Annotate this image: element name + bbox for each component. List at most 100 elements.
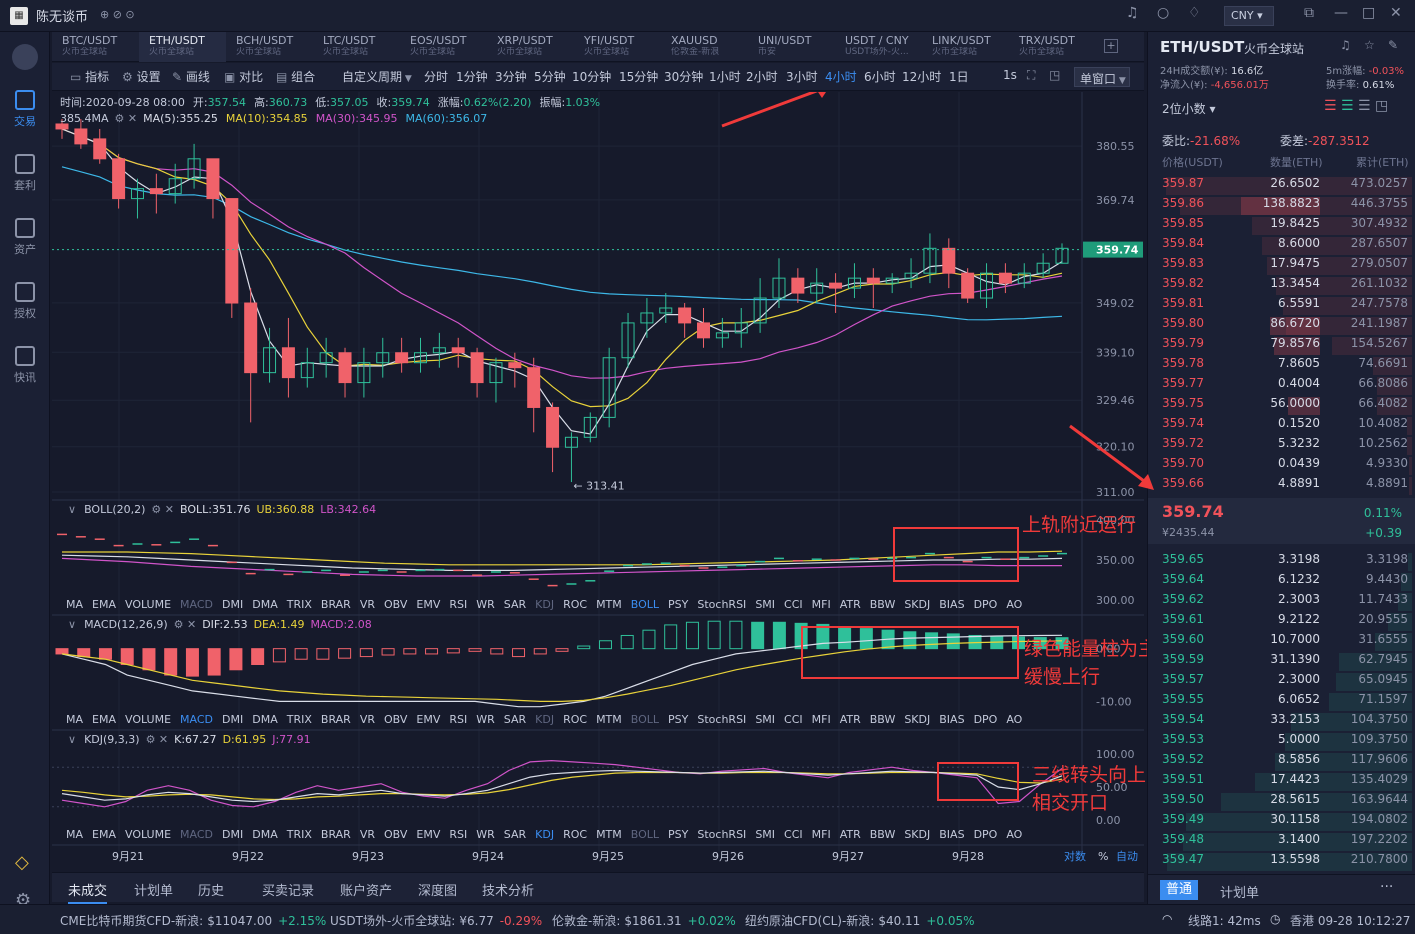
indicator-boll[interactable]: BOLL (631, 713, 659, 726)
indicator-mfi[interactable]: MFI (812, 598, 831, 611)
bottom-tab-2[interactable]: 历史 (198, 880, 224, 899)
indicator-sar[interactable]: SAR (504, 828, 526, 841)
indicator-skdj[interactable]: SKDJ (904, 828, 930, 841)
search-icon[interactable]: ○ (1157, 5, 1169, 21)
indicator-mtm[interactable]: MTM (596, 598, 622, 611)
indicator-sar[interactable]: SAR (504, 598, 526, 611)
nav-trade[interactable]: 交易 (0, 90, 50, 129)
indicator-mfi[interactable]: MFI (812, 828, 831, 841)
indicator-skdj[interactable]: SKDJ (904, 598, 930, 611)
indicator-cci[interactable]: CCI (784, 713, 803, 726)
indicator-macd[interactable]: MACD (180, 828, 213, 841)
orderbook-row[interactable]: 359.54 33.2153 104.3750 (1162, 712, 1412, 732)
log-scale-toggle[interactable]: 对数 (1064, 849, 1086, 863)
indicator-ema[interactable]: EMA (92, 828, 116, 841)
tab-ltcusdt[interactable]: LTC/USDT 火币全球站 (313, 32, 400, 62)
tab-btcusdt[interactable]: BTC/USDT 火币全球站 (52, 32, 139, 62)
orderbook-row[interactable]: 359.66 4.8891 4.8891 (1162, 476, 1412, 496)
orderbook-row[interactable]: 359.84 8.6000 287.6507 (1162, 236, 1412, 256)
nav-assets[interactable]: 资产 (0, 218, 50, 257)
custom-period-select[interactable]: 自定义周期 ▼ (342, 68, 412, 85)
bell-icon[interactable]: ♫ (1126, 5, 1139, 21)
indicator-vr[interactable]: VR (360, 828, 375, 841)
indicator-dma[interactable]: DMA (252, 828, 278, 841)
period-11[interactable]: 6小时 (864, 68, 896, 85)
orderbook-row[interactable]: 359.80 86.6720 241.1987 (1162, 316, 1412, 336)
orderbook-row[interactable]: 359.83 17.9475 279.0507 (1162, 256, 1412, 276)
indicator-macd[interactable]: MACD (180, 713, 213, 726)
indicator-vr[interactable]: VR (360, 598, 375, 611)
indicator-mfi[interactable]: MFI (812, 713, 831, 726)
period-10[interactable]: 4小时 (825, 68, 857, 85)
indicator-ma[interactable]: MA (66, 828, 83, 841)
orderbook-row[interactable]: 359.48 3.1400 197.2202 (1162, 832, 1412, 852)
indicator-smi[interactable]: SMI (755, 713, 775, 726)
indicator-kdj[interactable]: KDJ (535, 828, 554, 841)
indicator-roc[interactable]: ROC (563, 828, 587, 841)
edit-icon[interactable]: ✎ (1388, 38, 1398, 52)
shirt-icon[interactable]: ♢ (1188, 5, 1201, 21)
tab-xrpusdt[interactable]: XRP/USDT 火币全球站 (487, 32, 574, 62)
kdj-bar-collapse-icon[interactable]: ∨ (68, 733, 76, 746)
close-icon[interactable]: ✕ (1390, 5, 1402, 21)
maximize-icon[interactable]: □ (1362, 5, 1375, 21)
currency-select[interactable]: CNY ▾ (1224, 6, 1274, 26)
period-9[interactable]: 3小时 (786, 68, 818, 85)
orderbook-row[interactable]: 359.85 19.8425 307.4932 (1162, 216, 1412, 236)
indicator-trix[interactable]: TRIX (287, 598, 312, 611)
indicator-ao[interactable]: AO (1006, 828, 1022, 841)
indicator-wr[interactable]: WR (476, 713, 495, 726)
indicator-bbw[interactable]: BBW (870, 598, 896, 611)
indicator-ao[interactable]: AO (1006, 713, 1022, 726)
settings-button[interactable]: ⚙ 设置 (122, 68, 161, 85)
ticker-item[interactable]: 伦敦金-新浪: $1861.31 +0.02% (552, 912, 736, 929)
orderbook-row[interactable]: 359.62 2.3003 11.7433 (1162, 592, 1412, 612)
indicator-atr[interactable]: ATR (840, 598, 861, 611)
bottom-tab-5[interactable]: 深度图 (418, 880, 457, 899)
orderbook-row[interactable]: 359.74 0.1520 10.4082 (1162, 416, 1412, 436)
indicator-dpo[interactable]: DPO (974, 598, 998, 611)
indicator-sar[interactable]: SAR (504, 713, 526, 726)
tab-yfiusdt[interactable]: YFI/USDT 火币全球站 (574, 32, 661, 62)
orderbook-row[interactable]: 359.53 5.0000 109.3750 (1162, 732, 1412, 752)
indicator-dma[interactable]: DMA (252, 713, 278, 726)
indicator-stochrsi[interactable]: StochRSI (697, 828, 746, 841)
indicator-ma[interactable]: MA (66, 713, 83, 726)
star-icon[interactable]: ☆ (1364, 38, 1375, 52)
orderbook-row[interactable]: 359.70 0.0439 4.9330 (1162, 456, 1412, 476)
orderbook-row[interactable]: 359.57 2.3000 65.0945 (1162, 672, 1412, 692)
ticker-item[interactable]: 纽约原油CFD(CL)-新浪: $40.11 +0.05% (745, 912, 975, 929)
compare-button[interactable]: ▣ 对比 (224, 68, 263, 85)
ma-settings-icon[interactable]: ⚙ ✕ (115, 112, 138, 125)
indicator-kdj[interactable]: KDJ (535, 598, 554, 611)
orderbook-row[interactable]: 359.87 26.6502 473.0257 (1162, 176, 1412, 196)
orderbook-row[interactable]: 359.81 6.5591 247.7578 (1162, 296, 1412, 316)
tab-plan[interactable]: 计划单 (1220, 882, 1259, 901)
decimals-select[interactable]: 2位小数 ▾ (1162, 100, 1215, 117)
combo-button[interactable]: ▤ 组合 (276, 68, 315, 85)
indicator-dma[interactable]: DMA (252, 598, 278, 611)
indicator-obv[interactable]: OBV (384, 828, 407, 841)
indicator-boll[interactable]: BOLL (631, 828, 659, 841)
nav-news[interactable]: 快讯 (0, 346, 50, 385)
indicator-rsi[interactable]: RSI (449, 828, 467, 841)
indicator-wr[interactable]: WR (476, 828, 495, 841)
popout-icon[interactable]: ⧉ (1304, 5, 1314, 21)
nav-arbitrage[interactable]: 套利 (0, 154, 50, 193)
period-12[interactable]: 12小时 (902, 68, 941, 85)
indicator-roc[interactable]: ROC (563, 713, 587, 726)
orderbook-row[interactable]: 359.61 9.2122 20.9555 (1162, 612, 1412, 632)
bottom-tab-4[interactable]: 账户资产 (340, 880, 392, 899)
indicator-mtm[interactable]: MTM (596, 713, 622, 726)
screenshot-icon[interactable]: ◳ (1049, 68, 1060, 82)
fullscreen-icon[interactable]: ⛶ (1027, 68, 1035, 83)
orderbook-row[interactable]: 359.49 30.1158 194.0802 (1162, 812, 1412, 832)
boll-bar-settings-icon[interactable]: ⚙ ✕ (151, 503, 174, 516)
indicator-wr[interactable]: WR (476, 598, 495, 611)
indicator-ao[interactable]: AO (1006, 598, 1022, 611)
ticker-item[interactable]: USDT场外-火币全球站: ¥6.77 -0.29% (330, 912, 542, 929)
add-tab-button[interactable]: + (1104, 39, 1118, 53)
indicator-cci[interactable]: CCI (784, 598, 803, 611)
period-5[interactable]: 15分钟 (619, 68, 658, 85)
indicator-stochrsi[interactable]: StochRSI (697, 713, 746, 726)
